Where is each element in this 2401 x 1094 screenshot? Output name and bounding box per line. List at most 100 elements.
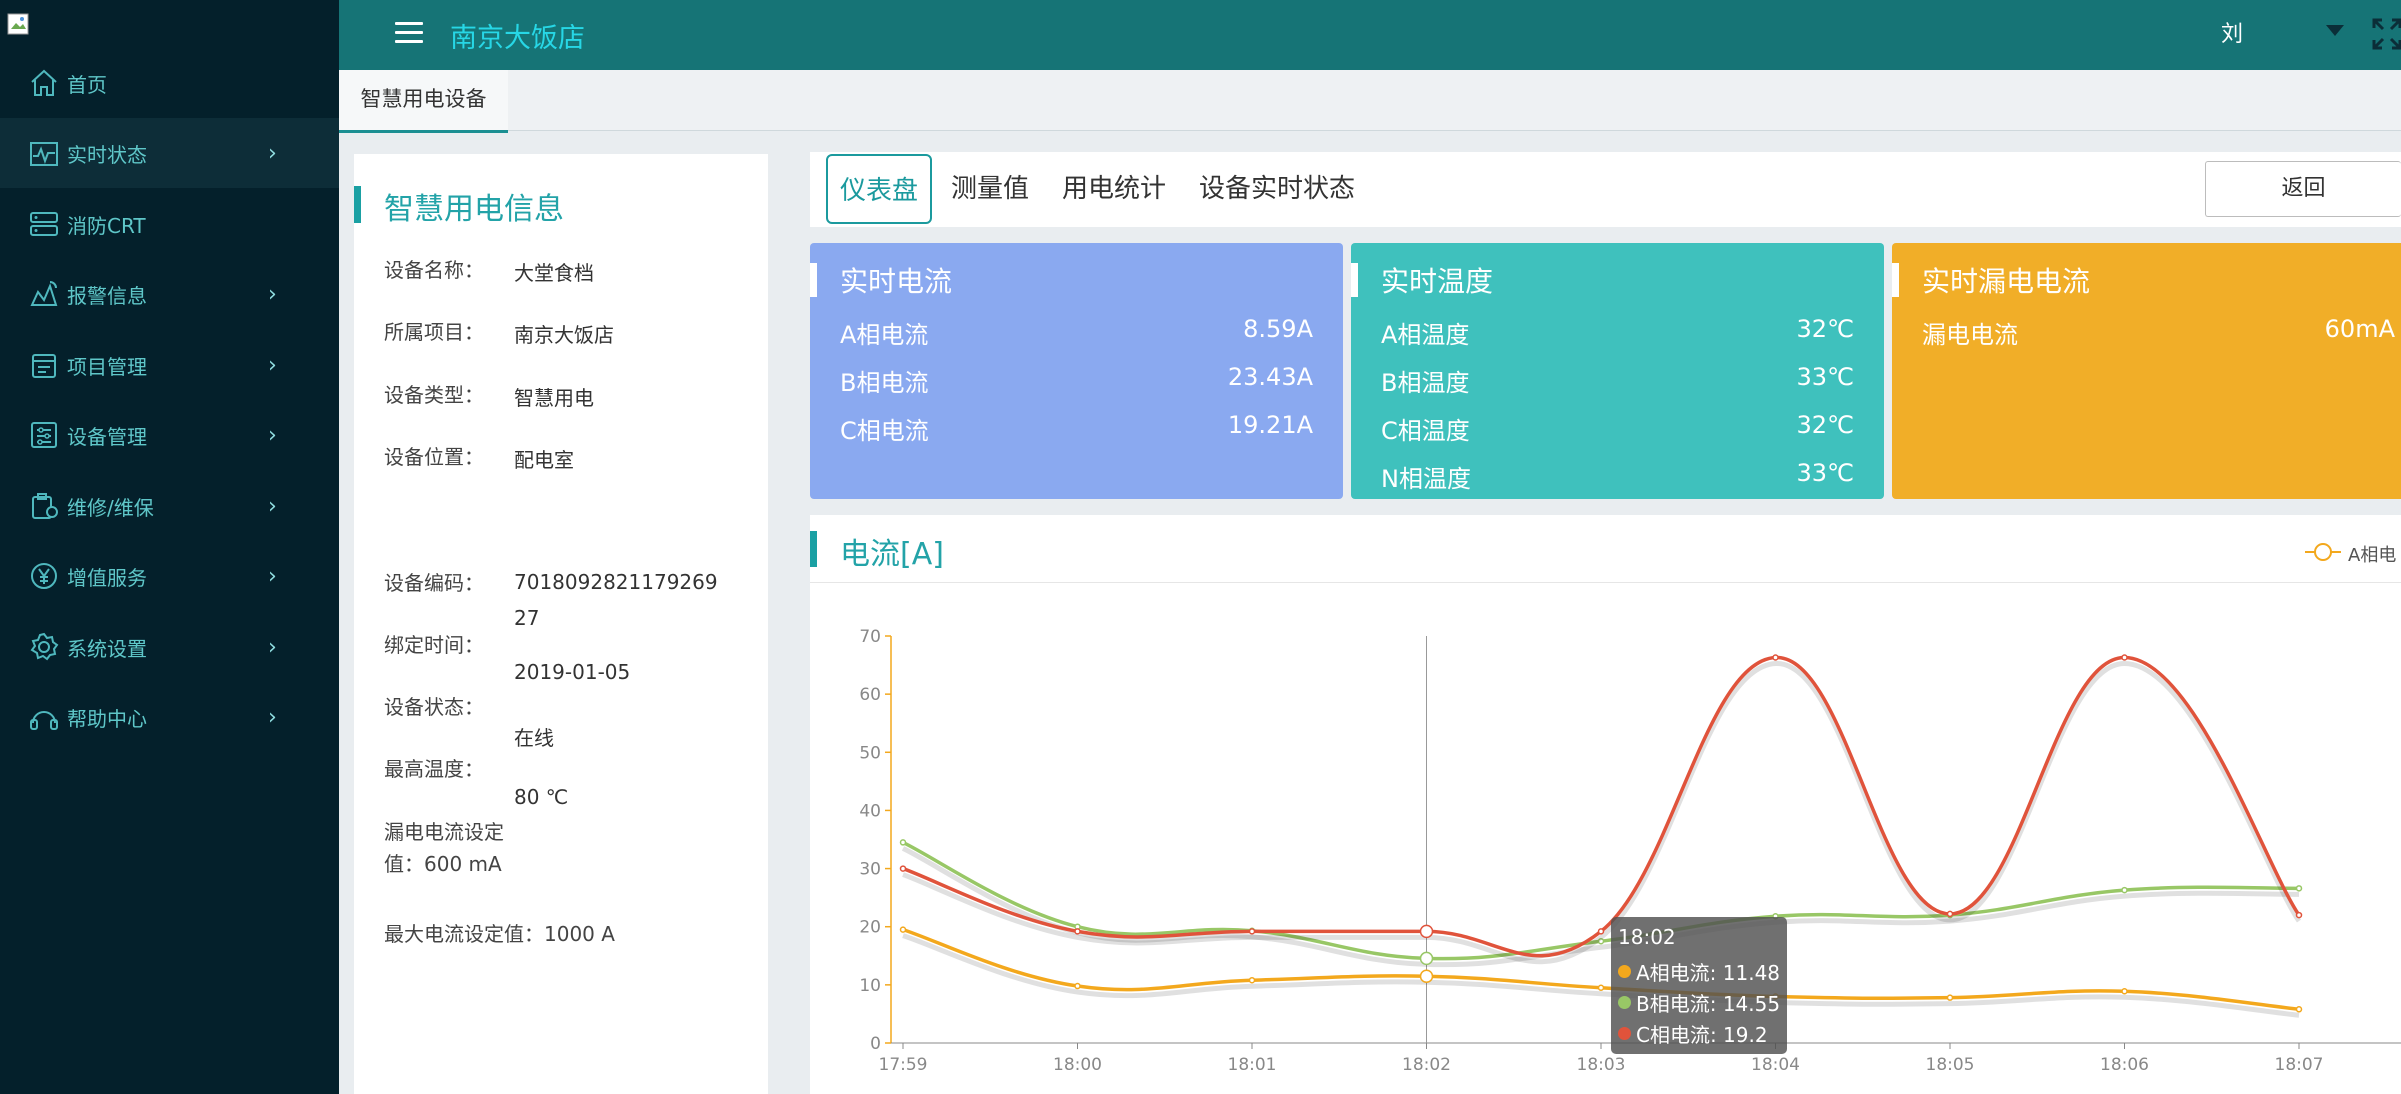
alarm-icon bbox=[30, 281, 58, 306]
max-temp-label: 最高温度： bbox=[384, 757, 484, 781]
title-accent-bar bbox=[354, 186, 361, 223]
tooltip-row-c: C相电流: 19.2 bbox=[1618, 1019, 1768, 1048]
sidebar-item-label: 增值服务 bbox=[67, 565, 147, 590]
sidebar-item-device[interactable]: 设备管理 › bbox=[0, 400, 339, 470]
max-temp-value: 80 ℃ bbox=[514, 785, 569, 809]
device-type-value: 智慧用电 bbox=[514, 386, 594, 410]
c-phase-dot-icon bbox=[1618, 1027, 1631, 1040]
device-status-label: 设备状态： bbox=[384, 695, 484, 719]
c-phase-current-value: 19.21A bbox=[1227, 411, 1313, 439]
chevron-right-icon: › bbox=[268, 634, 277, 660]
x-tick-label: 18:00 bbox=[1053, 1055, 1102, 1075]
sidebar-item-fire-crt[interactable]: 消防CRT bbox=[0, 189, 339, 259]
sidebar-item-project[interactable]: 项目管理 › bbox=[0, 330, 339, 400]
sidebar-item-settings[interactable]: 系统设置 › bbox=[0, 612, 339, 682]
b-phase-current-value: 23.43A bbox=[1227, 363, 1313, 391]
realtime-leakage-card: 实时漏电电流 漏电电流 60mA bbox=[1892, 243, 2401, 499]
help-icon bbox=[30, 711, 58, 730]
tab-smart-power-device[interactable]: 智慧用电设备 bbox=[339, 70, 508, 133]
x-tick-label: 18:03 bbox=[1577, 1055, 1626, 1075]
sidebar-item-repair[interactable]: 维修/维保 › bbox=[0, 471, 339, 541]
gear-icon bbox=[30, 632, 59, 661]
y-tick-label: 20 bbox=[859, 918, 881, 938]
location-value: 配电室 bbox=[514, 448, 574, 472]
leakage-current-value: 60mA bbox=[2324, 315, 2395, 343]
project-value: 南京大饭店 bbox=[514, 323, 614, 347]
series-a-point bbox=[1419, 969, 1434, 984]
tooltip-b-value: B相电流: 14.55 bbox=[1636, 992, 1781, 1016]
y-tick-label: 40 bbox=[859, 801, 881, 821]
x-tick-label: 18:02 bbox=[1402, 1055, 1451, 1075]
yuan-icon bbox=[31, 563, 57, 589]
project-label: 所属项目： bbox=[384, 320, 484, 344]
series-c-point bbox=[1074, 928, 1081, 935]
series-a-point bbox=[1597, 984, 1605, 992]
series-c-point bbox=[2295, 911, 2303, 919]
tooltip-row-a: A相电流: 11.48 bbox=[1618, 957, 1780, 986]
n-phase-temp-value: 33℃ bbox=[1796, 459, 1855, 487]
tab-dashboard[interactable]: 仪表盘 bbox=[826, 154, 933, 224]
sidebar-item-realtime[interactable]: 实时状态 › bbox=[0, 118, 339, 188]
a-phase-temp-value: 32℃ bbox=[1796, 315, 1855, 343]
fullscreen-icon[interactable] bbox=[2372, 18, 2401, 50]
max-current-setting: 最大电流设定值：1000 A bbox=[384, 922, 615, 946]
broken-image-icon bbox=[7, 13, 29, 35]
y-tick-label: 70 bbox=[859, 627, 881, 647]
chart-tooltip: 18:02 A相电流: 11.48 B相电流: 14.55 C相电流: 19.2 bbox=[1611, 917, 1787, 1054]
tab-power-statistics[interactable]: 用电统计 bbox=[1062, 152, 1166, 227]
chevron-right-icon: › bbox=[268, 352, 277, 378]
user-name[interactable]: 刘 bbox=[2221, 16, 2243, 48]
chevron-right-icon: › bbox=[268, 493, 277, 519]
b-phase-temp-label: B相温度 bbox=[1381, 369, 1470, 397]
home-icon bbox=[31, 69, 57, 96]
a-phase-current-label: A相电流 bbox=[840, 321, 929, 349]
a-phase-current-value: 8.59A bbox=[1243, 315, 1313, 343]
c-phase-current-label: C相电流 bbox=[840, 417, 929, 445]
device-code-value-cont: 27 bbox=[514, 606, 540, 630]
project-icon bbox=[32, 354, 56, 378]
panel-title: 智慧用电信息 bbox=[384, 192, 564, 227]
x-tick-label: 18:06 bbox=[2100, 1055, 2149, 1075]
sidebar-item-label: 报警信息 bbox=[67, 283, 147, 308]
leakage-current-label: 漏电电流 bbox=[1922, 321, 2018, 349]
series-c-point bbox=[2121, 654, 2128, 661]
b-phase-temp-value: 33℃ bbox=[1796, 363, 1855, 391]
chevron-right-icon: › bbox=[268, 422, 277, 448]
menu-icon[interactable] bbox=[395, 22, 423, 48]
sidebar-item-alarm[interactable]: 报警信息 › bbox=[0, 259, 339, 329]
sidebar-item-value-added[interactable]: 增值服务 › bbox=[0, 541, 339, 611]
leak-setting-label: 漏电电流设定 bbox=[384, 820, 504, 844]
y-tick-label: 50 bbox=[859, 743, 881, 763]
device-code-value: 7018092821179269 bbox=[514, 570, 718, 594]
chevron-right-icon: › bbox=[268, 140, 277, 166]
chevron-right-icon: › bbox=[268, 563, 277, 589]
main-tab-bar: 仪表盘 测量值 用电统计 设备实时状态 返回 bbox=[810, 152, 2401, 227]
series-c-point bbox=[1946, 910, 1954, 918]
tab-device-realtime-status[interactable]: 设备实时状态 bbox=[1199, 152, 1355, 227]
series-c-point bbox=[1419, 924, 1434, 939]
card-title: 实时漏电电流 bbox=[1922, 265, 2091, 298]
tooltip-time: 18:02 bbox=[1618, 925, 1676, 949]
pulse-icon bbox=[30, 142, 58, 166]
sidebar-item-home[interactable]: 首页 bbox=[0, 48, 339, 118]
x-tick-label: 18:04 bbox=[1751, 1055, 1800, 1075]
tooltip-c-value: C相电流: 19.2 bbox=[1636, 1023, 1768, 1047]
device-name-label: 设备名称： bbox=[384, 258, 484, 282]
back-button[interactable]: 返回 bbox=[2205, 161, 2401, 217]
sidebar-item-label: 首页 bbox=[67, 72, 107, 97]
sidebar-item-help[interactable]: 帮助中心 › bbox=[0, 682, 339, 752]
device-info-panel: 智慧用电信息 设备名称： 大堂食档 所属项目： 南京大饭店 设备类型： 智慧用电… bbox=[354, 154, 768, 1094]
tab-measurements[interactable]: 测量值 bbox=[951, 152, 1029, 227]
b-phase-dot-icon bbox=[1618, 996, 1631, 1009]
sidebar-item-label: 项目管理 bbox=[67, 354, 147, 379]
device-name-value: 大堂食档 bbox=[514, 261, 594, 285]
caret-down-icon[interactable] bbox=[2326, 25, 2344, 36]
series-a-point bbox=[1946, 994, 1954, 1001]
c-phase-temp-value: 32℃ bbox=[1796, 411, 1855, 439]
card-title: 实时电流 bbox=[840, 265, 953, 298]
bind-time-label: 绑定时间： bbox=[384, 633, 484, 657]
series-b-point bbox=[1419, 951, 1434, 966]
card-accent-bar bbox=[1351, 263, 1358, 297]
series-a-point bbox=[1074, 982, 1081, 990]
device-code-label: 设备编码： bbox=[384, 571, 484, 595]
